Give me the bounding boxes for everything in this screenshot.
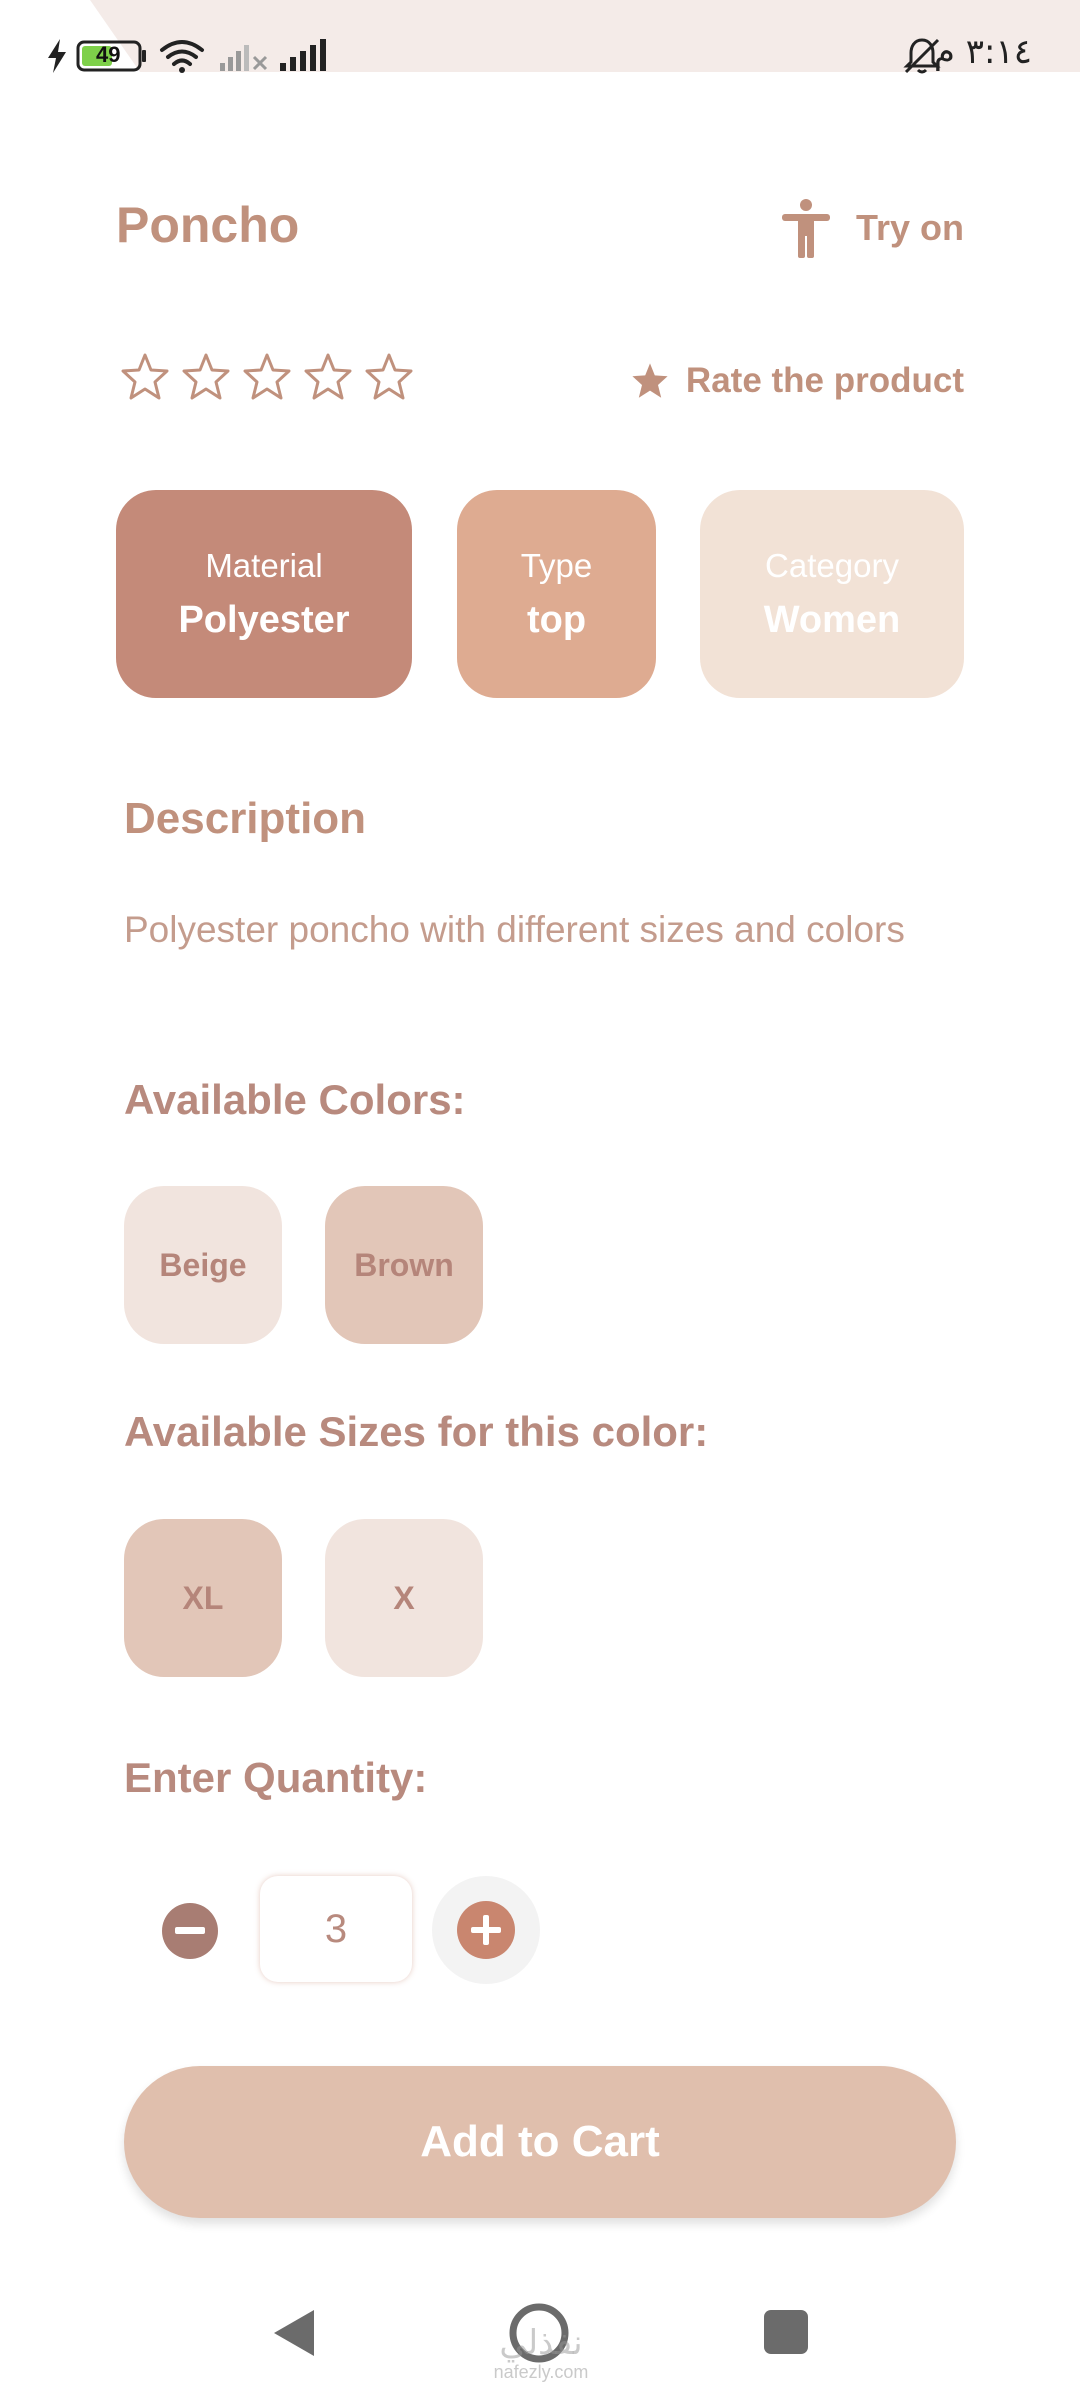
category-card: Category Women [700, 490, 964, 698]
star-outline-icon[interactable] [303, 352, 353, 402]
person-icon [781, 199, 830, 258]
rate-product-label: Rate the product [685, 361, 964, 400]
rate-product-button[interactable]: Rate the product [630, 356, 964, 406]
add-to-cart-button[interactable]: Add to Cart [124, 2066, 956, 2218]
try-on-button[interactable]: Try on [778, 196, 964, 260]
charging-icon [46, 36, 68, 76]
wifi-icon [158, 36, 206, 76]
star-outline-icon[interactable] [120, 352, 170, 402]
rating-stars [120, 352, 414, 402]
star-outline-icon[interactable] [242, 352, 292, 402]
star-filled-icon [632, 363, 668, 398]
product-details-screen: 49 ٣:١٤ م Poncho Try on Rate the product… [0, 0, 1080, 2400]
type-value: top [526, 598, 587, 641]
battery-icon: 49 [76, 36, 148, 76]
status-clock: ٣:١٤ م [933, 32, 1032, 72]
color-option-brown[interactable]: Brown [325, 1186, 483, 1344]
description-heading: Description [124, 794, 367, 843]
signal-weak-icon [218, 36, 270, 76]
status-bar: 49 ٣:١٤ م [0, 0, 1080, 100]
type-label: Type [520, 546, 593, 584]
minus-circle-icon [175, 1927, 205, 1934]
star-outline-icon[interactable] [181, 352, 231, 402]
nav-recents-icon[interactable] [764, 2310, 808, 2354]
star-outline-icon[interactable] [364, 352, 414, 402]
nav-back-icon[interactable] [272, 2308, 316, 2358]
sizes-heading: Available Sizes for this color: [124, 1408, 709, 1455]
product-title: Poncho [116, 197, 300, 253]
description-text: Polyester poncho with different sizes an… [124, 909, 905, 950]
watermark-arabic: نفذلي [499, 2323, 583, 2363]
colors-heading: Available Colors: [124, 1076, 466, 1123]
signal-strong-icon [278, 36, 328, 76]
battery-level: 49 [96, 42, 121, 67]
plus-circle-icon [457, 1901, 515, 1959]
watermark-latin: nafezly.com [493, 2362, 589, 2382]
quantity-input[interactable]: 3 [260, 1876, 412, 1982]
color-option-beige[interactable]: Beige [124, 1186, 282, 1344]
category-label: Category [765, 546, 899, 584]
decrease-quantity-button[interactable] [162, 1903, 218, 1959]
quantity-heading: Enter Quantity: [124, 1754, 428, 1801]
watermark: نفذلي nafezly.com [476, 2324, 606, 2382]
material-label: Material [205, 546, 323, 584]
increase-quantity-button[interactable] [432, 1876, 540, 1984]
try-on-label: Try on [855, 207, 964, 248]
size-option-xl[interactable]: XL [124, 1519, 282, 1677]
material-value: Polyester [178, 598, 350, 641]
size-option-x[interactable]: X [325, 1519, 483, 1677]
material-card: Material Polyester [116, 490, 412, 698]
category-value: Women [763, 598, 901, 641]
type-card: Type top [457, 490, 656, 698]
